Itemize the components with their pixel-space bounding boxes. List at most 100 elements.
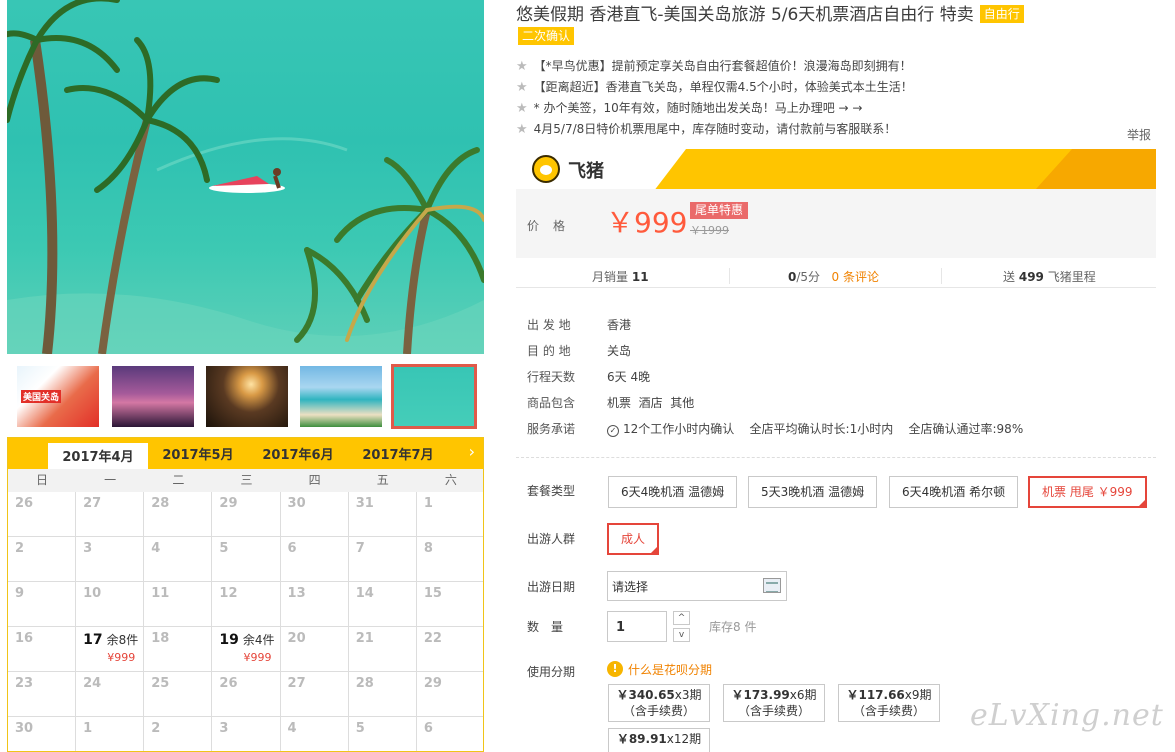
- day-number: 27: [287, 676, 306, 691]
- thumbnail-4[interactable]: [300, 366, 382, 427]
- departure-calendar: 2017年4月 2017年5月 2017年6月 2017年7月 › 日 一 二 三 四 五…: [7, 437, 484, 752]
- thumbnail-strip: 美国关岛: [17, 364, 481, 430]
- calendar-day: 3: [212, 717, 281, 751]
- package-option-2[interactable]: 5天3晚机酒 温德姆: [748, 476, 878, 508]
- tab-month-apr[interactable]: 2017年4月: [48, 443, 148, 469]
- quantity-label: 数 量: [527, 620, 564, 634]
- info-includes: 商品包含 机票 酒店 其他: [527, 396, 695, 410]
- calendar-day-available[interactable]: 17 余8件 ¥999: [76, 627, 145, 672]
- calendar-day: 14: [348, 582, 417, 627]
- day-number: 28: [355, 676, 374, 691]
- chevron-right-icon[interactable]: ›: [469, 442, 475, 461]
- star-icon: ★: [516, 59, 528, 74]
- day-number: 2: [15, 541, 25, 556]
- calendar-icon[interactable]: [763, 578, 781, 593]
- info-service: 服务承诺 ✓ 12个工作小时内确认 全店平均确认时长:1小时内 全店确认通过率:98…: [527, 422, 1024, 437]
- original-price: ￥1999: [690, 224, 729, 237]
- feature-line-3: ★ * 办个美签，10年有效，随时随地出发关岛！马上办理吧 → →: [516, 99, 862, 116]
- calendar-day: 5: [349, 717, 417, 751]
- day-number: 30: [15, 721, 34, 736]
- warning-icon: !: [607, 661, 623, 677]
- calendar-day: 20: [280, 627, 349, 672]
- reviews-link[interactable]: 0 条评论: [832, 270, 879, 284]
- travel-date-input[interactable]: 请选择: [607, 571, 787, 601]
- package-option-1[interactable]: 6天4晚机酒 温德姆: [608, 476, 738, 508]
- quantity-increase-button[interactable]: ^: [673, 611, 690, 625]
- day-number: 4: [287, 721, 297, 736]
- installment-option-12[interactable]: ￥89.91x12期: [608, 728, 710, 752]
- day-number: 3: [83, 541, 93, 556]
- divider: [516, 457, 1156, 458]
- crowd-option-adult[interactable]: 成人: [607, 523, 659, 555]
- remaining-stock: 余8件: [106, 633, 139, 647]
- miles-reward: 送 499 飞猪里程: [1003, 270, 1096, 284]
- remaining-stock: 余4件: [242, 633, 275, 647]
- calendar-day: 23: [8, 672, 77, 717]
- weekday-1: 一: [104, 473, 117, 487]
- calendar-day: 29: [416, 672, 483, 717]
- package-option-3[interactable]: 6天4晚机酒 希尔顿: [889, 476, 1019, 508]
- day-number: 3: [219, 721, 229, 736]
- installment-option-3[interactable]: ￥340.65x3期 （含手续费）: [608, 684, 710, 722]
- day-number: 28: [151, 496, 170, 511]
- weekday-5: 五: [376, 473, 389, 487]
- calendar-day: 10: [76, 582, 145, 627]
- star-icon: ★: [516, 101, 528, 116]
- calendar-day-available[interactable]: 19 余4件 ¥999: [212, 627, 281, 672]
- day-number: 18: [151, 631, 170, 646]
- day-number: 6: [423, 721, 433, 736]
- fliggy-brand-bar: 飞猪: [516, 149, 1156, 189]
- calendar-day: 8: [416, 537, 483, 582]
- day-number: 17: [83, 632, 103, 648]
- weekday-0: 日: [36, 473, 49, 487]
- calendar-month-tabs: 2017年4月 2017年5月 2017年6月 2017年7月 ›: [8, 438, 483, 469]
- day-number: 13: [287, 586, 306, 601]
- tab-month-jun[interactable]: 2017年6月: [248, 443, 348, 469]
- price-label: 价格: [527, 219, 580, 233]
- day-number: 8: [423, 541, 433, 556]
- main-product-photo[interactable]: [7, 0, 484, 354]
- tab-month-jul[interactable]: 2017年7月: [348, 443, 448, 469]
- day-number: 2: [151, 721, 161, 736]
- calendar-day: 5: [212, 537, 281, 582]
- calendar-day: 27: [280, 672, 349, 717]
- stock-text: 库存8 件: [709, 620, 757, 634]
- thumbnail-2[interactable]: [112, 366, 194, 427]
- info-departure: 出 发 地香港: [527, 318, 632, 332]
- weekday-3: 三: [240, 473, 253, 487]
- report-link[interactable]: 举报: [1127, 126, 1151, 143]
- calendar-day: 27: [76, 492, 145, 537]
- calendar-day: 4: [281, 717, 349, 751]
- day-number: 5: [219, 541, 229, 556]
- feature-text: 【距离超近】香港直飞关岛，单程仅需4.5个小时，体验美式本土生活！: [533, 80, 913, 94]
- day-number: 16: [15, 631, 34, 646]
- deal-badge: 尾单特惠: [690, 202, 749, 219]
- calendar-day: 9: [8, 582, 77, 627]
- tab-month-may[interactable]: 2017年5月: [148, 443, 248, 469]
- quantity-decrease-button[interactable]: v: [673, 628, 690, 642]
- thumbnail-1[interactable]: 美国关岛: [17, 366, 99, 427]
- installment-option-9[interactable]: ￥117.66x9期 （含手续费）: [838, 684, 940, 722]
- quantity-input[interactable]: 1: [607, 611, 667, 642]
- star-icon: ★: [516, 80, 528, 95]
- check-circle-icon: ✓: [607, 425, 619, 437]
- day-number: 7: [355, 541, 365, 556]
- day-number: 15: [423, 586, 442, 601]
- calendar-day: 1: [76, 717, 145, 751]
- calendar-day: 13: [280, 582, 349, 627]
- rating: 0/5分 0 条评论: [788, 270, 879, 284]
- package-option-4-selected[interactable]: 机票 甩尾 ￥999: [1028, 476, 1147, 508]
- day-number: 29: [219, 496, 238, 511]
- calendar-day: 21: [348, 627, 417, 672]
- thumbnail-3[interactable]: [206, 366, 288, 427]
- day-number: 24: [83, 676, 102, 691]
- page: 美国关岛 2017年4月 2017年5月 2017年6月 2017年7月 › 日…: [0, 0, 1175, 752]
- installment-option-6[interactable]: ￥173.99x6期 （含手续费）: [723, 684, 825, 722]
- feature-line-1: ★ 【*早鸟优惠】提前预定享关岛自由行套餐超值价！浪漫海岛即刻拥有！: [516, 57, 912, 74]
- thumbnail-5-selected[interactable]: [391, 364, 477, 429]
- fliggy-logo-icon: [532, 155, 560, 183]
- sales-stats: 月销量 11 0/5分 0 条评论 送 499 飞猪里程: [516, 264, 1156, 288]
- feature-line-4: ★ 4月5/7/8日特价机票甩尾中，库存随时变动，请付款前与客服联系！: [516, 120, 896, 137]
- star-icon: ★: [516, 122, 528, 137]
- huabei-help-link[interactable]: 什么是花呗分期: [628, 661, 712, 678]
